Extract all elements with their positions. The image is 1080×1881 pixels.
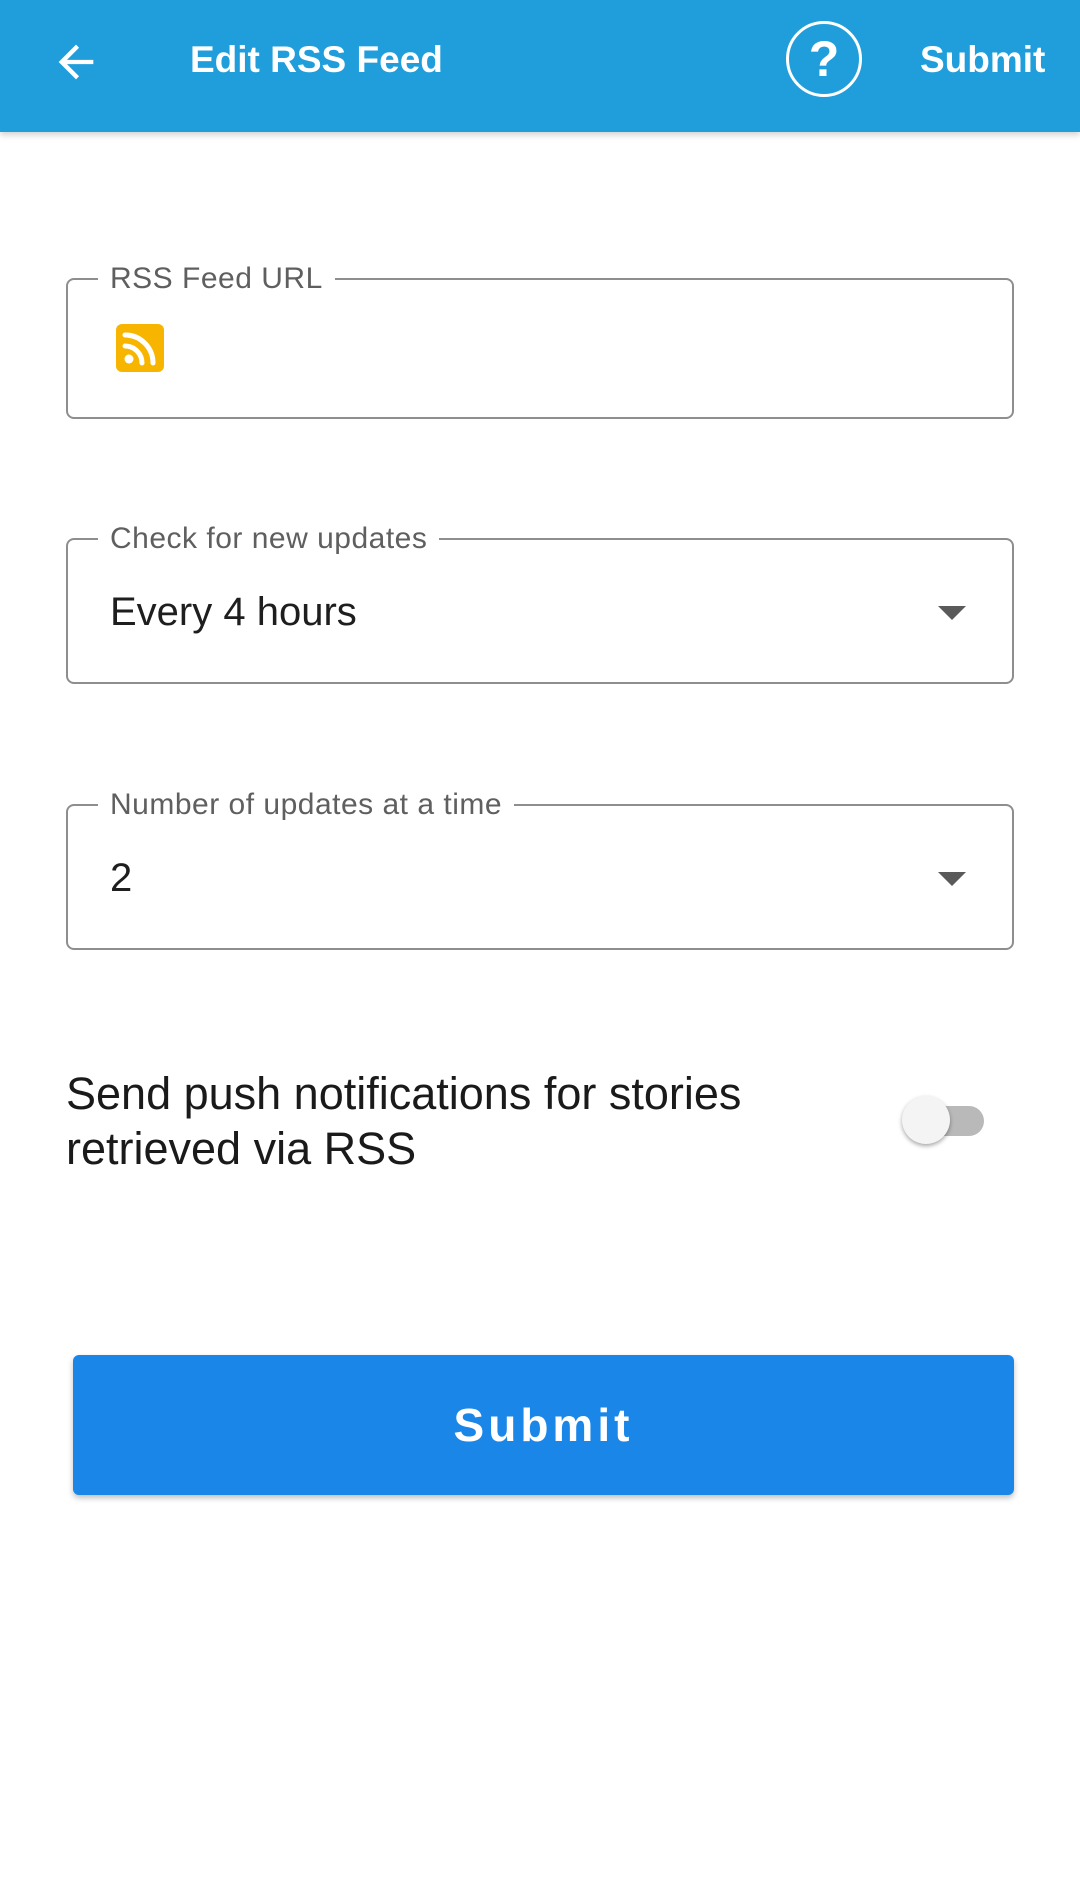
rss-url-label: RSS Feed URL <box>98 261 335 297</box>
check-updates-dropdown[interactable]: Check for new updates Every 4 hours <box>66 521 1014 684</box>
submit-button[interactable]: Submit <box>73 1355 1014 1495</box>
num-updates-dropdown[interactable]: Number of updates at a time 2 <box>66 787 1014 950</box>
check-updates-label: Check for new updates <box>98 521 440 557</box>
num-updates-label: Number of updates at a time <box>98 787 515 823</box>
page-title: Edit RSS Feed <box>190 39 443 80</box>
num-updates-value: 2 <box>110 856 133 900</box>
arrow-left-icon <box>58 44 94 80</box>
check-updates-value: Every 4 hours <box>110 590 357 634</box>
rss-icon <box>116 324 164 372</box>
chevron-down-icon <box>938 872 966 886</box>
app-bar: Edit RSS Feed ? Submit <box>0 0 1080 132</box>
back-button[interactable] <box>40 26 112 98</box>
help-button[interactable]: ? <box>786 21 862 97</box>
push-notifications-toggle[interactable] <box>900 1094 986 1144</box>
rss-url-field[interactable]: RSS Feed URL <box>66 261 1014 419</box>
appbar-submit-button[interactable]: Submit <box>920 38 1045 82</box>
push-notifications-label: Send push notifications for stories retr… <box>66 1068 742 1174</box>
chevron-down-icon <box>938 606 966 620</box>
toggle-thumb <box>902 1096 950 1144</box>
help-circle-icon: ? <box>808 31 840 87</box>
